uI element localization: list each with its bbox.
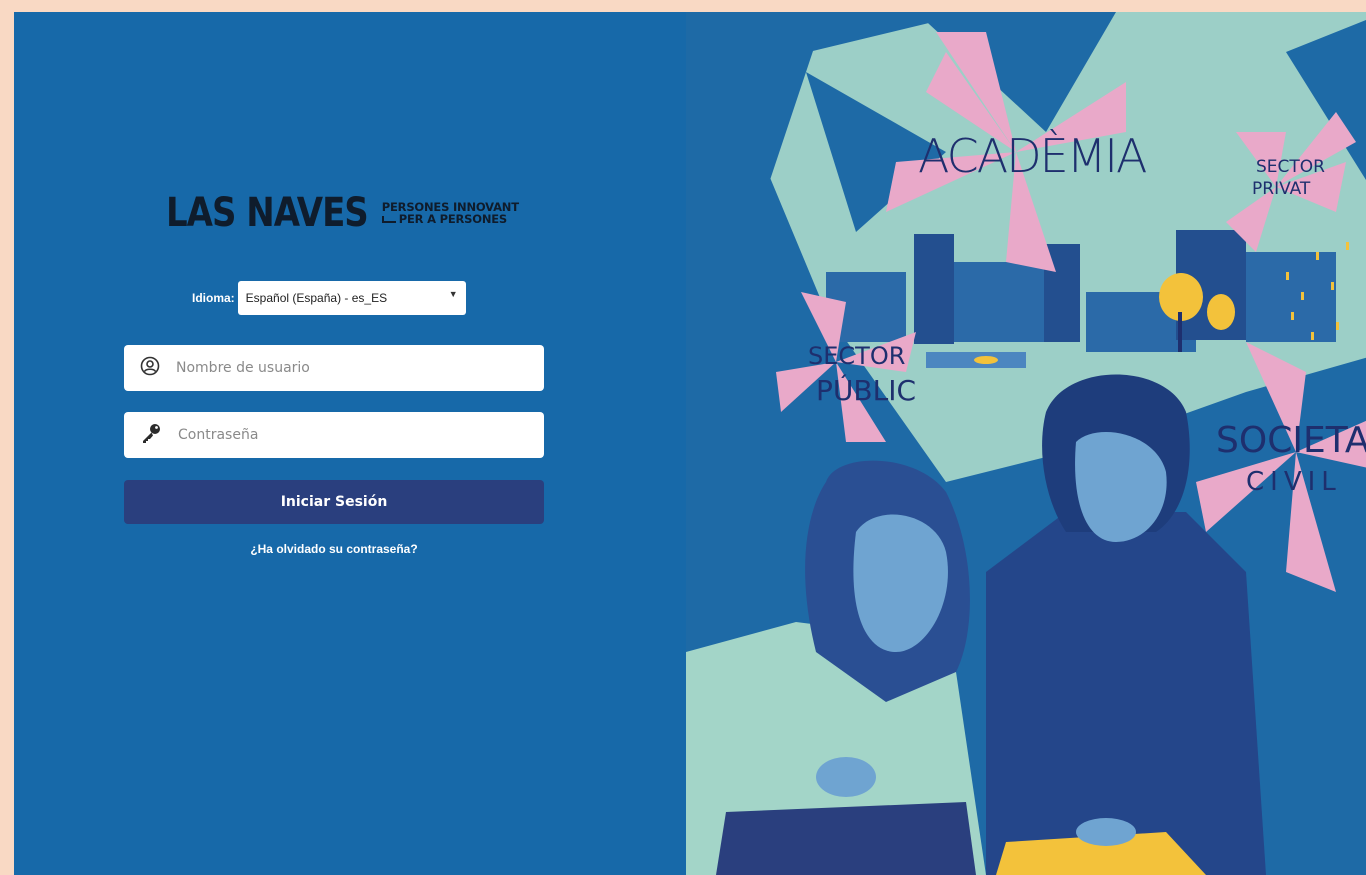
user-circle-icon [140, 356, 160, 381]
label-sector-public-1: SECTOR [808, 342, 905, 370]
key-icon [140, 422, 162, 449]
caret-down-icon: ▼ [448, 289, 458, 299]
label-societat-1: SOCIETAT [1216, 420, 1366, 461]
password-field[interactable]: Contraseña [124, 412, 544, 458]
return-arrow-icon [381, 215, 396, 223]
password-placeholder: Contraseña [178, 427, 259, 443]
label-academia: ACADÈMIA [918, 129, 1146, 183]
logo-tagline-line-2: PER A PERSONES [398, 212, 508, 226]
login-button[interactable]: Iniciar Sesión [124, 480, 544, 524]
logo-tagline: PERSONES INNOVANT PER A PERSONES [381, 201, 519, 226]
label-societat-2: CIVIL [1246, 467, 1342, 497]
language-row: Idioma: Español (España) - es_ES ▼ [192, 281, 466, 315]
logo-wordmark: LAS NAVES [166, 189, 369, 237]
username-field[interactable]: Nombre de usuario [124, 345, 544, 391]
yellow-object [974, 356, 998, 364]
las-naves-logo: LAS NAVES PERSONES INNOVANT PER A PERSON… [166, 189, 519, 237]
language-select[interactable]: Español (España) - es_ES ▼ [237, 281, 466, 315]
forgot-password-link[interactable]: ¿Ha olvidado su contraseña? [124, 542, 544, 556]
username-placeholder: Nombre de usuario [176, 360, 310, 376]
login-panel: LAS NAVES PERSONES INNOVANT PER A PERSON… [14, 12, 686, 875]
app-frame: LAS NAVES PERSONES INNOVANT PER A PERSON… [14, 12, 1366, 875]
hero-illustration: ACADÈMIA SECTOR PRIVAT SECTOR PÚBLIC SOC… [686, 12, 1366, 875]
label-sector-privat-2: PRIVAT [1252, 179, 1311, 199]
illustration-svg: ACADÈMIA SECTOR PRIVAT SECTOR PÚBLIC SOC… [686, 12, 1366, 875]
language-selected-value: Español (España) - es_ES [245, 291, 388, 305]
logo-tagline-row-2: PER A PERSONES [381, 212, 519, 226]
label-sector-public-2: PÚBLIC [816, 373, 916, 407]
label-sector-privat-1: SECTOR [1256, 157, 1325, 177]
language-label: Idioma: [192, 291, 235, 305]
